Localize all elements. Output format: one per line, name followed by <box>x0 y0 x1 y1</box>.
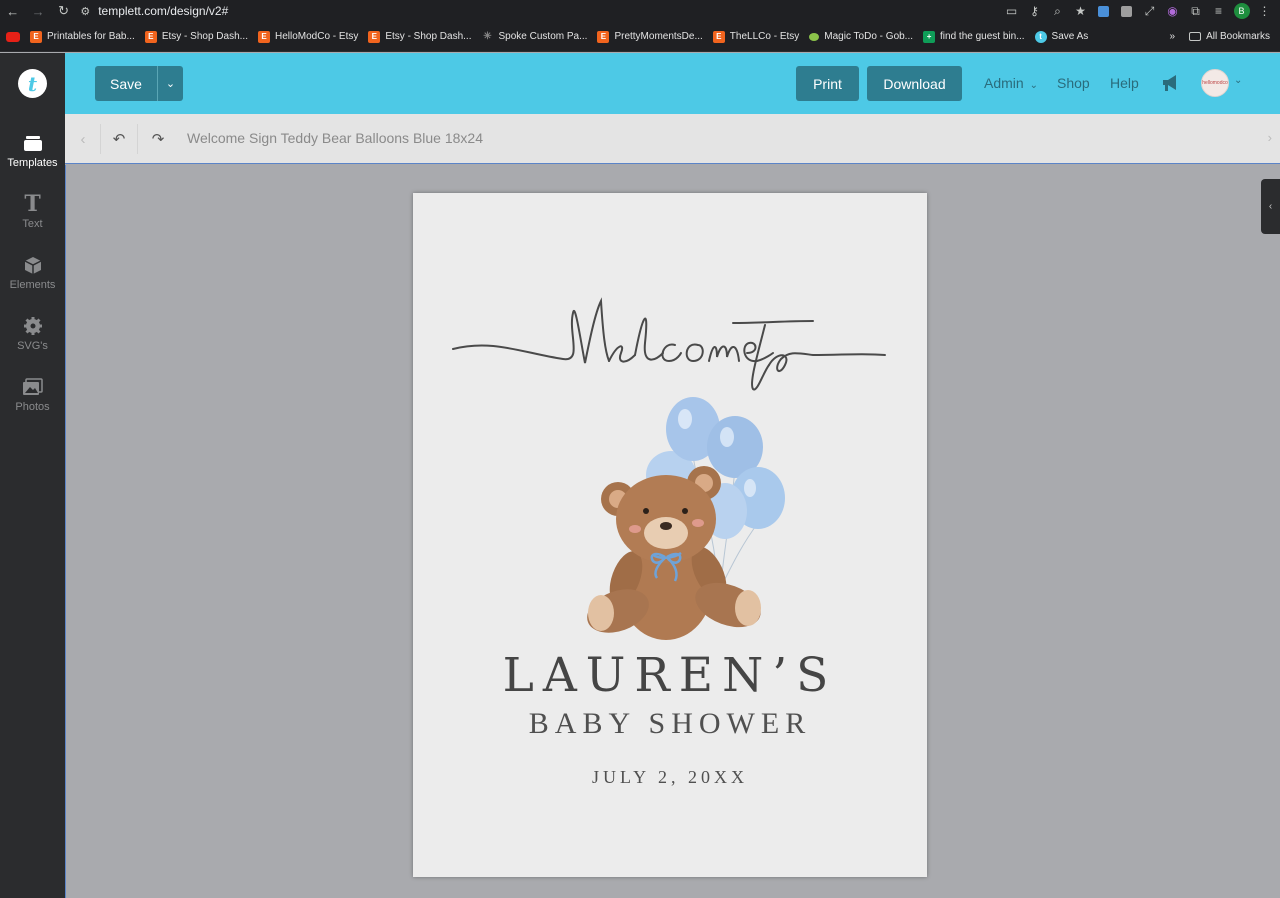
sidebar-item-text[interactable]: T Text <box>0 191 65 230</box>
sheets-icon: + <box>923 30 936 43</box>
templett-logo[interactable]: t <box>18 69 47 98</box>
save-button-group: Save ⌄ <box>95 66 183 101</box>
bookmarks-overflow-icon[interactable]: » <box>1170 31 1176 42</box>
sidebar-item-photos[interactable]: Photos <box>0 377 65 413</box>
bookmark-item[interactable]: E Etsy - Shop Dash... <box>368 30 472 43</box>
forward-icon[interactable]: → <box>25 0 50 22</box>
photos-icon <box>22 377 44 397</box>
panel-toggle-tab[interactable]: ‹ <box>1261 179 1280 234</box>
redo-icon[interactable]: ↷ <box>140 123 176 155</box>
bookmark-item[interactable]: E PrettyMomentsDe... <box>597 30 703 43</box>
bookmark-item[interactable]: E HelloModCo - Etsy <box>257 30 358 43</box>
sidebar-item-label: Text <box>22 218 43 230</box>
text-icon: T <box>24 191 41 217</box>
bookmark-item[interactable]: t Save As <box>1034 30 1088 43</box>
bookmark-item[interactable]: E TheLLCo - Etsy <box>712 30 799 43</box>
sidebar-item-label: SVG's <box>17 340 48 352</box>
etsy-icon: E <box>257 30 270 43</box>
collapse-left-icon[interactable]: ‹ <box>65 123 101 155</box>
youtube-icon <box>6 31 20 42</box>
help-link[interactable]: Help <box>1110 75 1139 91</box>
etsy-icon: E <box>597 30 610 43</box>
document-title[interactable]: Welcome Sign Teddy Bear Balloons Blue 18… <box>187 130 483 146</box>
key-icon[interactable]: ⚷ <box>1023 0 1046 22</box>
folder-icon <box>1189 32 1202 41</box>
admin-menu[interactable]: Admin ⌄ <box>984 75 1038 91</box>
chevron-left-icon: ‹ <box>1268 201 1273 212</box>
bookmarks-bar: E Printables for Bab... E Etsy - Shop Dash… <box>0 22 1280 52</box>
welcome-script-graphic[interactable] <box>452 297 886 391</box>
browser-toolbar: ← → ↻ ⚙ templett.com/design/v2# ▭ ⚷ ⌕ ★ … <box>0 0 1280 22</box>
sidebar-item-label: Templates <box>7 157 58 169</box>
bookmark-item[interactable]: Magic ToDo - Gob... <box>809 31 913 42</box>
sidebar-item-label: Elements <box>9 279 56 291</box>
goblin-icon <box>809 32 820 41</box>
url-text: templett.com/design/v2# <box>98 4 229 18</box>
event-title-text[interactable]: BABY SHOWER <box>413 707 927 741</box>
user-avatar[interactable]: hellomodco <box>1201 69 1229 97</box>
sidebar-item-elements[interactable]: Elements <box>0 255 65 291</box>
browser-menu-icon[interactable]: ⋮ <box>1253 0 1276 22</box>
left-sidebar: t Templates T Text Elements SVG's Photos <box>0 53 65 898</box>
clipboard-icon[interactable]: ▭ <box>1000 0 1023 22</box>
editor-toolbar: ‹ ↶ ↷ Welcome Sign Teddy Bear Balloons B… <box>65 114 1280 164</box>
extension-blue-icon[interactable] <box>1092 0 1115 22</box>
profile-avatar[interactable]: B <box>1230 0 1253 22</box>
etsy-icon: E <box>144 30 157 43</box>
save-options-dropdown[interactable]: ⌄ <box>158 66 183 101</box>
bookmark-item[interactable]: + find the guest bin... <box>923 30 1025 43</box>
etsy-icon: E <box>30 30 42 43</box>
sidebar-item-templates[interactable]: Templates <box>0 133 65 169</box>
templates-icon <box>22 133 44 153</box>
reload-icon[interactable]: ↻ <box>51 0 76 22</box>
bookmark-star-icon[interactable]: ★ <box>1069 0 1092 22</box>
undo-icon[interactable]: ↶ <box>101 123 137 155</box>
spoke-icon: ✳ <box>483 31 492 42</box>
chevron-down-icon: ⌄ <box>1029 80 1038 91</box>
sidebar-item-svgs[interactable]: SVG's <box>0 316 65 352</box>
bookmark-youtube[interactable] <box>6 31 20 42</box>
all-bookmarks-button[interactable]: All Bookmarks <box>1189 31 1270 42</box>
chevron-down-icon: ⌄ <box>165 78 176 90</box>
shop-link[interactable]: Shop <box>1057 75 1090 91</box>
chevron-down-icon[interactable]: ⌄ <box>1234 75 1242 86</box>
fullscreen-icon[interactable]: ⤢ <box>1138 0 1161 22</box>
sidebar-item-label: Photos <box>15 401 50 413</box>
extension-eye-icon[interactable]: ◉ <box>1161 0 1184 22</box>
collapse-right-icon[interactable]: › <box>1268 130 1272 145</box>
toolbar-divider <box>137 124 138 154</box>
extensions-puzzle-icon[interactable]: ⧉ <box>1184 0 1207 22</box>
extension-gray-icon[interactable] <box>1115 0 1138 22</box>
bookmark-item[interactable]: E Printables for Bab... <box>30 30 135 43</box>
honoree-name-text[interactable]: LAUREN’S <box>413 648 927 703</box>
site-info-icon[interactable]: ⚙ <box>80 5 90 18</box>
design-page[interactable]: LAUREN’S BABY SHOWER JULY 2, 20XX <box>413 193 927 877</box>
templett-icon: t <box>1034 30 1047 43</box>
etsy-icon: E <box>712 30 725 43</box>
gear-icon <box>22 316 44 336</box>
back-icon[interactable]: ← <box>0 0 25 22</box>
address-bar[interactable]: ⚙ templett.com/design/v2# <box>80 0 1000 22</box>
megaphone-icon[interactable] <box>1161 73 1181 93</box>
bookmark-item[interactable]: E Etsy - Shop Dash... <box>144 30 248 43</box>
app-header: Save ⌄ Print Download Admin ⌄ Shop Help … <box>65 53 1280 114</box>
print-button[interactable]: Print <box>796 66 859 101</box>
bookmark-item[interactable]: ✳ Spoke Custom Pa... <box>482 31 587 43</box>
cube-icon <box>22 255 44 275</box>
save-button[interactable]: Save <box>95 66 158 101</box>
zoom-icon[interactable]: ⌕ <box>1046 0 1069 22</box>
event-date-text[interactable]: JULY 2, 20XX <box>413 767 927 788</box>
download-button[interactable]: Download <box>867 66 962 101</box>
reading-list-icon[interactable]: ≡ <box>1207 0 1230 22</box>
etsy-icon: E <box>368 30 381 43</box>
